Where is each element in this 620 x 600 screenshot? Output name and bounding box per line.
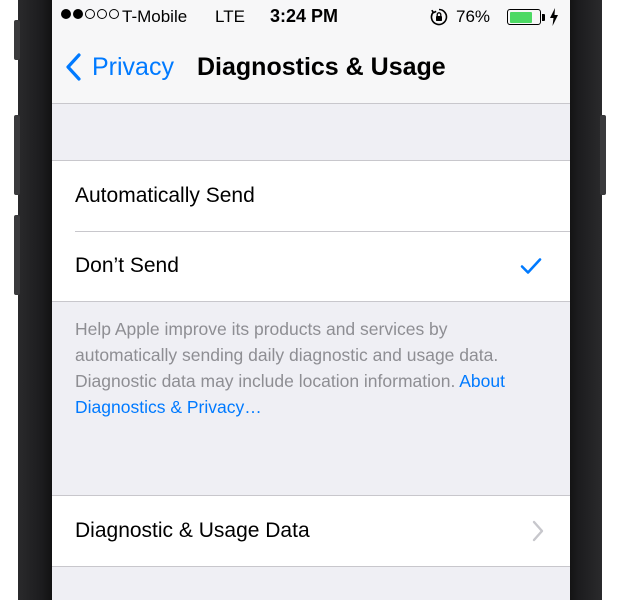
option-automatically-send[interactable]: Automatically Send	[52, 161, 570, 231]
footer-description: Help Apple improve its products and serv…	[75, 319, 499, 391]
option-label: Automatically Send	[75, 184, 255, 207]
network-type: LTE	[215, 7, 245, 26]
screen: T-Mobile LTE 3:24 PM 76% Privacy Diagnos…	[52, 0, 570, 600]
carrier-name: T-Mobile	[122, 7, 188, 26]
signal-dot	[85, 9, 95, 19]
chevron-left-icon	[66, 53, 81, 81]
chevron-right-icon	[532, 520, 544, 542]
diagnostic-usage-data-row[interactable]: Diagnostic & Usage Data	[52, 496, 570, 566]
option-dont-send[interactable]: Don’t Send	[52, 231, 570, 301]
signal-dot	[73, 9, 83, 19]
signal-strength-icon	[61, 9, 119, 19]
battery-percent: 76%	[456, 7, 491, 26]
signal-dot	[97, 9, 107, 19]
bolt-icon	[550, 8, 558, 26]
page-title: Diagnostics & Usage	[197, 53, 446, 81]
status-bar: T-Mobile LTE 3:24 PM 76%	[52, 6, 570, 30]
volume-up-button	[14, 115, 20, 195]
volume-down-button	[14, 215, 20, 295]
mute-switch	[14, 20, 20, 60]
group-footer: Help Apple improve its products and serv…	[75, 316, 545, 420]
top-bar: T-Mobile LTE 3:24 PM 76% Privacy Diagnos…	[52, 0, 570, 104]
row-label: Diagnostic & Usage Data	[75, 519, 310, 542]
battery-icon	[507, 9, 541, 25]
usage-data-group: Diagnostic & Usage Data	[52, 495, 570, 567]
battery-fill	[509, 11, 532, 23]
navigation-bar: Privacy Diagnostics & Usage	[52, 46, 570, 90]
option-label: Don’t Send	[75, 254, 179, 277]
status-time: 3:24 PM	[270, 6, 339, 26]
checkmark-icon	[520, 258, 542, 274]
back-button-label: Privacy	[92, 52, 174, 81]
power-button	[600, 115, 606, 195]
send-options-group: Automatically Send Don’t Send	[52, 160, 570, 302]
back-button[interactable]: Privacy	[64, 52, 174, 82]
signal-dot	[109, 9, 119, 19]
battery-tip	[542, 14, 545, 21]
signal-dot	[61, 9, 71, 19]
rotation-lock-icon	[430, 8, 448, 26]
